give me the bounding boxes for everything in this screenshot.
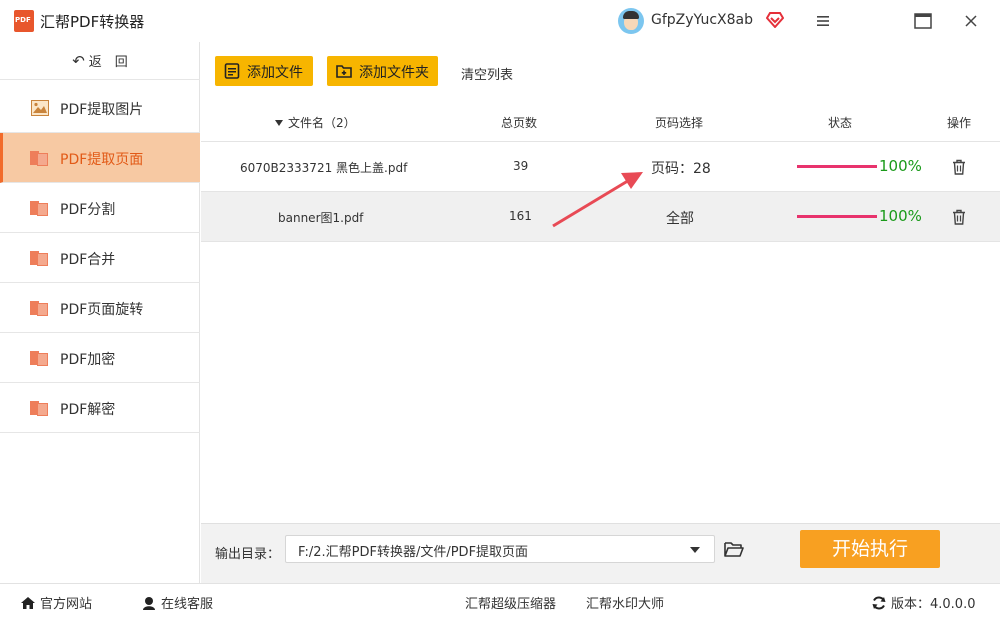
app-title: 汇帮PDF转换器 xyxy=(40,13,145,31)
official-website-link[interactable]: 官方网站 xyxy=(20,593,92,612)
row-progress-bar xyxy=(797,165,877,168)
sidebar-item-extract-images[interactable]: PDF提取图片 xyxy=(0,83,200,133)
maximize-icon[interactable] xyxy=(910,8,936,34)
add-folder-button[interactable]: 添加文件夹 xyxy=(327,56,438,86)
username[interactable]: GfpZyYucX8ab xyxy=(651,12,753,28)
column-filename-label: 文件名（2） xyxy=(288,116,356,130)
sidebar-item-merge[interactable]: PDF合并 xyxy=(0,233,200,283)
add-folder-label: 添加文件夹 xyxy=(359,65,429,81)
app-logo xyxy=(14,10,34,32)
add-file-label: 添加文件 xyxy=(247,65,303,81)
row-total-pages: 161 xyxy=(509,209,532,223)
chevron-down-icon[interactable] xyxy=(690,547,700,553)
sidebar-item-split[interactable]: PDF分割 xyxy=(0,183,200,233)
home-icon xyxy=(21,597,35,609)
column-page-select: 页码选择 xyxy=(655,116,704,130)
delete-icon[interactable] xyxy=(952,159,966,175)
sidebar-item-label: PDF分割 xyxy=(60,202,116,218)
pdf-icon xyxy=(30,150,48,166)
add-file-icon xyxy=(224,63,240,79)
pdf-icon xyxy=(30,250,48,266)
add-folder-icon xyxy=(336,65,352,78)
file-table-header: 文件名（2） 总页数 页码选择 状态 操作 xyxy=(201,100,1000,142)
sidebar: ↶ 返 回 PDF提取图片 PDF提取页面 PDF分割 PDF合并 PDF页面旋转… xyxy=(0,42,200,583)
menu-icon[interactable] xyxy=(810,8,836,34)
sidebar-item-rotate[interactable]: PDF页面旋转 xyxy=(0,283,200,333)
column-action: 操作 xyxy=(947,116,972,130)
official-website-label: 官方网站 xyxy=(40,597,93,612)
column-total-pages: 总页数 xyxy=(501,116,538,130)
row-progress-bar xyxy=(797,215,877,218)
row-progress-percent: 100% xyxy=(879,207,922,225)
compressor-link[interactable]: 汇帮超级压缩器 xyxy=(465,593,556,612)
table-row[interactable]: 6070B2333721 黑色上盖.pdf 39 页码：28 100% xyxy=(201,142,1000,192)
row-page-select[interactable]: 页码：28 xyxy=(651,158,711,178)
clear-list-button[interactable]: 清空列表 xyxy=(461,64,513,83)
output-bar: 输出目录： F:/2.汇帮PDF转换器/文件/PDF提取页面 开始执行 xyxy=(201,523,1000,583)
title-bar: 汇帮PDF转换器 GfpZyYucX8ab xyxy=(0,0,1000,42)
output-dir-label: 输出目录： xyxy=(215,547,281,562)
toolbar: 添加文件 添加文件夹 清空列表 xyxy=(201,42,1000,100)
start-button[interactable]: 开始执行 xyxy=(800,530,940,568)
close-icon[interactable] xyxy=(958,8,984,34)
pdf-icon xyxy=(30,350,48,366)
add-file-button[interactable]: 添加文件 xyxy=(215,56,313,86)
footer: 官方网站 在线客服 汇帮超级压缩器 汇帮水印大师 版本：4.0.0.0 xyxy=(0,583,1000,617)
user-avatar[interactable] xyxy=(618,8,644,34)
row-filename: banner图1.pdf xyxy=(278,211,364,225)
online-service-link[interactable]: 在线客服 xyxy=(141,593,213,612)
sidebar-item-label: PDF页面旋转 xyxy=(60,302,144,318)
watermark-link[interactable]: 汇帮水印大师 xyxy=(586,593,664,612)
sidebar-item-label: PDF提取图片 xyxy=(60,102,144,118)
customer-service-icon xyxy=(143,597,155,610)
sidebar-item-label: PDF解密 xyxy=(60,402,116,418)
image-icon xyxy=(31,100,49,116)
sidebar-item-decrypt[interactable]: PDF解密 xyxy=(0,383,200,433)
sidebar-item-label: PDF合并 xyxy=(60,252,116,268)
pdf-icon xyxy=(30,300,48,316)
vip-diamond-icon[interactable] xyxy=(766,12,784,28)
pdf-icon xyxy=(30,400,48,416)
version-info[interactable]: 版本：4.0.0.0 xyxy=(871,593,975,612)
output-dir-value: F:/2.汇帮PDF转换器/文件/PDF提取页面 xyxy=(298,545,529,560)
main-panel: 添加文件 添加文件夹 清空列表 文件名（2） 总页数 页码选择 状态 操作 60… xyxy=(201,42,1000,523)
refresh-icon xyxy=(872,596,886,610)
sort-down-icon xyxy=(275,120,283,126)
sidebar-item-label: PDF提取页面 xyxy=(60,152,144,168)
delete-icon[interactable] xyxy=(952,209,966,225)
output-dir-select[interactable]: F:/2.汇帮PDF转换器/文件/PDF提取页面 xyxy=(285,535,715,563)
back-label: 返 回 xyxy=(88,55,128,70)
row-total-pages: 39 xyxy=(513,159,529,173)
open-folder-icon[interactable] xyxy=(724,540,744,558)
column-status: 状态 xyxy=(828,116,853,130)
row-progress-percent: 100% xyxy=(879,157,922,175)
column-filename[interactable]: 文件名（2） xyxy=(275,114,356,131)
pdf-icon xyxy=(30,200,48,216)
sidebar-item-encrypt[interactable]: PDF加密 xyxy=(0,333,200,383)
sidebar-item-extract-pages[interactable]: PDF提取页面 xyxy=(0,133,200,183)
version-label: 版本：4.0.0.0 xyxy=(891,597,976,612)
table-row[interactable]: banner图1.pdf 161 全部 100% xyxy=(201,192,1000,242)
back-button[interactable]: ↶ 返 回 xyxy=(0,42,200,80)
online-service-label: 在线客服 xyxy=(161,597,214,612)
row-filename: 6070B2333721 黑色上盖.pdf xyxy=(240,161,408,175)
sidebar-item-label: PDF加密 xyxy=(60,352,116,368)
row-page-select[interactable]: 全部 xyxy=(666,208,694,228)
back-arrow-icon: ↶ xyxy=(72,52,85,70)
